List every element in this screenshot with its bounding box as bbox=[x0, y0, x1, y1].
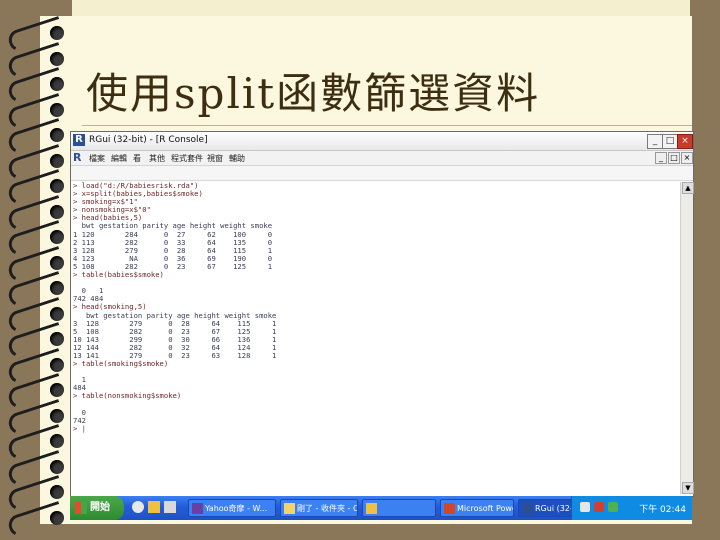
window-titlebar[interactable]: R RGui (32-bit) - [R Console] _ □ × bbox=[71, 132, 693, 151]
folder-icon bbox=[366, 503, 377, 514]
quicklaunch-browser-icon[interactable] bbox=[132, 501, 144, 513]
menu-view[interactable]: 看 bbox=[133, 153, 141, 164]
task-label: 剛了 - 收件夾 - Outl... bbox=[297, 504, 357, 513]
mdi-close-button[interactable]: × bbox=[681, 152, 693, 164]
window-title: RGui (32-bit) - [R Console] bbox=[89, 135, 208, 145]
menu-packages[interactable]: 程式套件 bbox=[171, 153, 203, 164]
console-command-line: > table(nonsmoking$smoke) bbox=[73, 391, 182, 401]
taskbar: 開始 Yahoo奇摩 - W... 剛了 - 收件夾 - Outl... Mic… bbox=[70, 496, 692, 520]
spiral-ring bbox=[5, 424, 68, 462]
clock: 下午 02:44 bbox=[639, 505, 686, 515]
quicklaunch-desktop-icon[interactable] bbox=[164, 501, 176, 513]
task-label: Microsoft Power... bbox=[457, 504, 513, 513]
console-output-line: 0 bbox=[73, 407, 86, 417]
console-command-line: > | bbox=[73, 423, 86, 433]
task-powerpoint[interactable]: Microsoft Power... bbox=[440, 499, 514, 517]
spiral-ring bbox=[5, 475, 68, 513]
maximize-button[interactable]: □ bbox=[662, 134, 678, 149]
mdi-minimize-button[interactable]: _ bbox=[655, 152, 667, 164]
title-divider bbox=[82, 125, 692, 126]
spiral-ring bbox=[5, 92, 68, 131]
console-command-line: > table(smoking$smoke) bbox=[73, 359, 169, 369]
start-button[interactable]: 開始 bbox=[70, 496, 124, 520]
system-tray: 下午 02:44 bbox=[571, 496, 692, 520]
r-app-icon bbox=[522, 503, 533, 514]
console-output-line: 742 484 bbox=[73, 294, 104, 304]
r-logo-icon: R bbox=[73, 151, 82, 164]
menu-help[interactable]: 輔助 bbox=[229, 153, 245, 164]
windows-flag-icon bbox=[75, 502, 87, 514]
tray-volume-icon[interactable] bbox=[608, 502, 618, 512]
menu-misc[interactable]: 其他 bbox=[149, 153, 165, 164]
spiral-ring bbox=[5, 16, 68, 54]
spiral-ring bbox=[5, 194, 68, 233]
spiral-ring bbox=[5, 449, 68, 488]
tray-security-icon[interactable] bbox=[594, 502, 604, 512]
start-label: 開始 bbox=[90, 502, 110, 513]
spiral-ring bbox=[5, 143, 68, 182]
tray-network-icon[interactable] bbox=[580, 502, 590, 512]
spiral-ring bbox=[5, 169, 68, 207]
spiral-ring bbox=[5, 118, 68, 156]
console-command-line: > x=split(babies,babies$smoke) bbox=[73, 189, 203, 199]
powerpoint-icon bbox=[444, 503, 455, 514]
spiral-ring bbox=[5, 67, 68, 105]
spiral-ring bbox=[5, 220, 68, 258]
spiral-ring bbox=[5, 398, 68, 437]
console-command-line: > nonsmoking=x$"0" bbox=[73, 205, 151, 215]
task-folder[interactable] bbox=[362, 499, 436, 517]
r-app-icon: R bbox=[73, 134, 85, 146]
spiral-ring bbox=[5, 41, 68, 80]
task-yahoo[interactable]: Yahoo奇摩 - W... bbox=[188, 499, 276, 517]
notebook-bottom-edge bbox=[0, 522, 720, 540]
slide-title: 使用split函數篩選資料 bbox=[86, 69, 541, 118]
spiral-ring bbox=[5, 322, 68, 360]
spiral-ring bbox=[5, 500, 68, 539]
vertical-scrollbar[interactable]: ▲ ▼ bbox=[680, 182, 694, 494]
spiral-ring bbox=[5, 271, 68, 309]
menu-windows[interactable]: 視窗 bbox=[207, 153, 223, 164]
console-command-line: > table(babies$smoke) bbox=[73, 270, 164, 280]
mdi-restore-button[interactable]: □ bbox=[668, 152, 680, 164]
console-output-line: 1 bbox=[73, 375, 86, 385]
spiral-ring bbox=[5, 245, 68, 284]
quicklaunch-folder-icon[interactable] bbox=[148, 501, 160, 513]
minimize-button[interactable]: _ bbox=[647, 134, 663, 149]
notebook-right-edge bbox=[690, 0, 720, 540]
rgui-window[interactable]: R RGui (32-bit) - [R Console] _ □ × R 檔案… bbox=[70, 131, 694, 497]
task-outlook[interactable]: 剛了 - 收件夾 - Outl... bbox=[280, 499, 358, 517]
scroll-up-arrow-icon[interactable]: ▲ bbox=[682, 182, 694, 194]
console-output-line: 0 1 bbox=[73, 286, 104, 296]
console-command-line: > smoking=x$"1" bbox=[73, 197, 138, 207]
menu-bar: R 檔案 編輯 看 其他 程式套件 視窗 輔助 bbox=[71, 151, 693, 166]
r-console-output[interactable]: > load("d:/R/babiesrisk.rda") > x=split(b… bbox=[73, 182, 679, 492]
task-label: Yahoo奇摩 - W... bbox=[205, 504, 268, 513]
console-output-line: 5 108 282 0 23 67 125 1 bbox=[73, 261, 273, 271]
outlook-icon bbox=[284, 503, 295, 514]
spiral-ring bbox=[5, 296, 68, 335]
menu-edit[interactable]: 編輯 bbox=[111, 153, 127, 164]
scroll-down-arrow-icon[interactable]: ▼ bbox=[682, 482, 694, 494]
console-output-line: 742 bbox=[73, 415, 86, 425]
spiral-ring bbox=[5, 347, 68, 386]
yahoo-icon bbox=[192, 503, 203, 514]
close-button[interactable]: × bbox=[677, 134, 693, 149]
toolbar bbox=[71, 166, 693, 181]
menu-file[interactable]: 檔案 bbox=[89, 153, 105, 164]
spiral-ring bbox=[5, 373, 68, 411]
